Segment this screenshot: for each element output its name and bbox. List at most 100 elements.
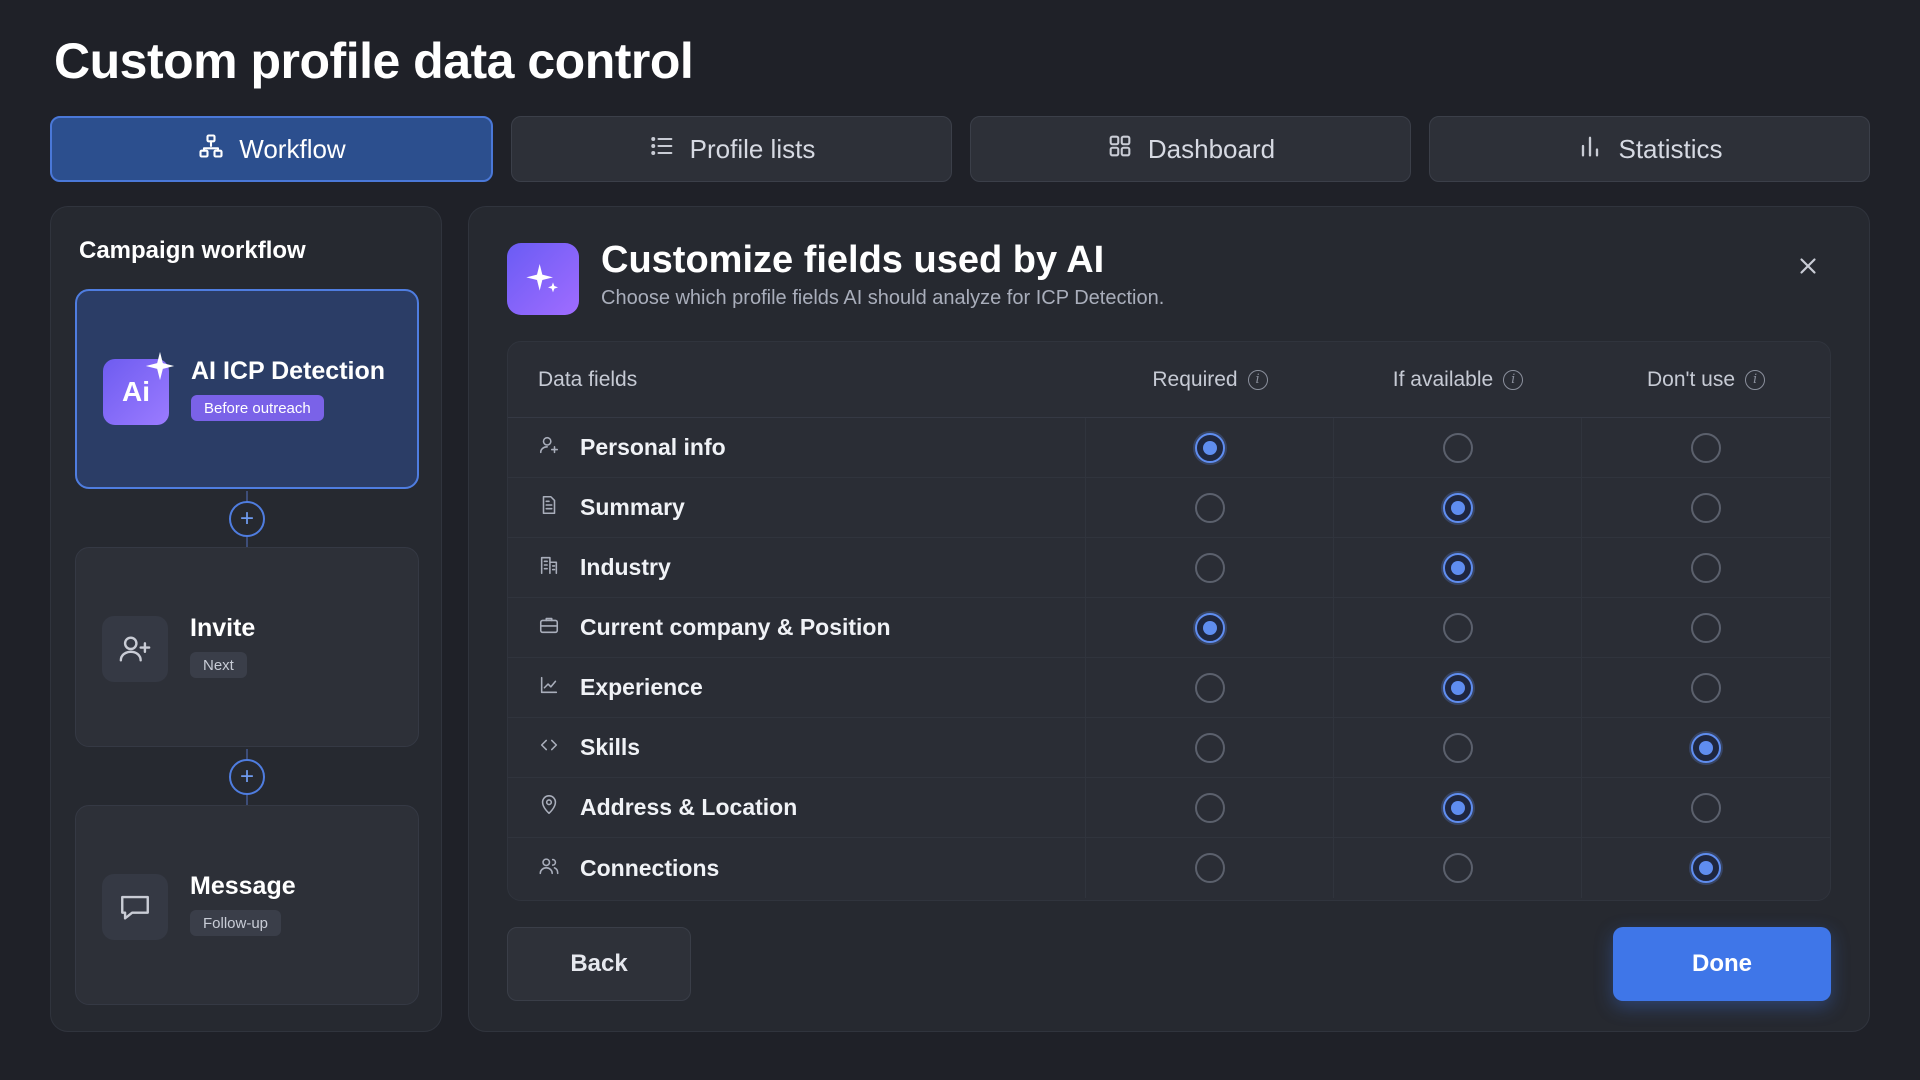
option-cell xyxy=(1334,778,1582,837)
info-icon[interactable]: i xyxy=(1247,369,1268,390)
option-cell xyxy=(1582,838,1830,898)
option-cell xyxy=(1334,718,1582,777)
add-step-button[interactable]: + xyxy=(229,759,265,795)
field-cell: Industry xyxy=(508,538,1086,597)
tab-dashboard[interactable]: Dashboard xyxy=(970,116,1411,182)
sparkles-icon xyxy=(507,243,579,315)
location-pin-icon xyxy=(538,794,560,821)
chat-icon xyxy=(102,874,168,940)
main-tabs: Workflow Profile lists Dashboard Statist… xyxy=(50,116,1870,182)
option-cell xyxy=(1334,598,1582,657)
step-name: Invite xyxy=(190,614,256,642)
field-cell: Personal info xyxy=(508,418,1086,477)
option-cell xyxy=(1582,778,1830,837)
radio-dont-use[interactable] xyxy=(1691,853,1721,883)
building-icon xyxy=(538,554,560,581)
radio-if-available[interactable] xyxy=(1442,612,1473,643)
option-cell xyxy=(1582,718,1830,777)
option-cell xyxy=(1334,538,1582,597)
radio-required[interactable] xyxy=(1194,612,1225,643)
option-cell xyxy=(1086,538,1334,597)
tab-statistics[interactable]: Statistics xyxy=(1429,116,1870,182)
radio-dont-use[interactable] xyxy=(1691,612,1721,643)
workflow-step-invite[interactable]: Invite Next xyxy=(75,547,419,747)
panel-title: Customize fields used by AI xyxy=(601,239,1105,281)
option-cell xyxy=(1582,598,1830,657)
radio-dont-use[interactable] xyxy=(1691,792,1721,823)
radio-if-available[interactable] xyxy=(1442,792,1473,823)
radio-if-available[interactable] xyxy=(1442,672,1473,703)
radio-required[interactable] xyxy=(1194,853,1225,883)
workflow-step-ai-icp-detection[interactable]: Ai AI ICP Detection Before outreach xyxy=(75,289,419,489)
option-cell xyxy=(1334,418,1582,477)
field-cell: Connections xyxy=(508,838,1086,898)
table-row: Experience xyxy=(508,658,1830,718)
info-icon[interactable]: i xyxy=(1503,369,1524,390)
radio-if-available[interactable] xyxy=(1442,552,1473,583)
done-button[interactable]: Done xyxy=(1613,927,1831,1001)
radio-dont-use[interactable] xyxy=(1691,492,1721,523)
option-cell xyxy=(1086,838,1334,898)
radio-required[interactable] xyxy=(1194,732,1225,763)
list-icon xyxy=(648,132,676,167)
table-row: Summary xyxy=(508,478,1830,538)
table-row: Skills xyxy=(508,718,1830,778)
table-row: Industry xyxy=(508,538,1830,598)
step-name: Message xyxy=(190,872,296,900)
radio-if-available[interactable] xyxy=(1442,732,1473,763)
table-row: Address & Location xyxy=(508,778,1830,838)
tab-label: Profile lists xyxy=(689,133,816,164)
briefcase-icon xyxy=(538,614,560,641)
radio-dont-use[interactable] xyxy=(1691,552,1721,583)
radio-dont-use[interactable] xyxy=(1691,672,1721,703)
tab-profile-lists[interactable]: Profile lists xyxy=(511,116,952,182)
field-cell: Summary xyxy=(508,478,1086,537)
close-icon[interactable] xyxy=(1795,253,1821,279)
workflow-step-message[interactable]: Message Follow-up xyxy=(75,805,419,1005)
field-label: Summary xyxy=(580,494,685,520)
field-label: Skills xyxy=(580,734,641,760)
option-cell xyxy=(1582,418,1830,477)
document-icon xyxy=(538,494,560,521)
add-step-button[interactable]: + xyxy=(229,501,265,537)
info-icon[interactable]: i xyxy=(1745,369,1766,390)
radio-dont-use[interactable] xyxy=(1691,432,1721,463)
step-name: AI ICP Detection xyxy=(191,357,386,385)
radio-if-available[interactable] xyxy=(1442,492,1473,523)
radio-required[interactable] xyxy=(1194,552,1225,583)
code-icon xyxy=(538,734,560,761)
radio-required[interactable] xyxy=(1194,432,1225,463)
campaign-workflow-sidebar: Campaign workflow Ai AI ICP Detection Be… xyxy=(50,206,442,1032)
radio-if-available[interactable] xyxy=(1442,432,1473,463)
field-cell: Experience xyxy=(508,658,1086,717)
step-badge: Follow-up xyxy=(190,910,282,936)
user-icon xyxy=(538,434,560,461)
field-label: Industry xyxy=(580,554,671,580)
table-header: Data fields Required i If available i Do… xyxy=(508,342,1830,418)
data-fields-table: Data fields Required i If available i Do… xyxy=(507,341,1831,901)
page-title: Custom profile data control xyxy=(54,33,694,89)
trend-icon xyxy=(538,674,560,701)
field-label: Current company & Position xyxy=(580,614,891,640)
tab-workflow[interactable]: Workflow xyxy=(50,116,493,182)
radio-required[interactable] xyxy=(1194,792,1225,823)
header-data-fields: Data fields xyxy=(538,367,638,391)
back-button[interactable]: Back xyxy=(507,927,691,1001)
users-icon xyxy=(538,855,560,882)
field-label: Connections xyxy=(580,854,720,881)
radio-required[interactable] xyxy=(1194,492,1225,523)
field-cell: Address & Location xyxy=(508,778,1086,837)
radio-if-available[interactable] xyxy=(1442,853,1473,883)
customize-fields-panel: Customize fields used by AI Choose which… xyxy=(468,206,1870,1032)
field-label: Address & Location xyxy=(580,794,798,820)
option-cell xyxy=(1086,598,1334,657)
tab-label: Workflow xyxy=(239,133,346,164)
table-row: Current company & Position xyxy=(508,598,1830,658)
table-row: Personal info xyxy=(508,418,1830,478)
bar-chart-icon xyxy=(1576,132,1604,167)
ai-badge-icon: Ai xyxy=(103,351,175,425)
user-plus-icon xyxy=(102,616,168,682)
radio-dont-use[interactable] xyxy=(1691,732,1721,763)
radio-required[interactable] xyxy=(1194,672,1225,703)
sparkle-icon xyxy=(145,351,175,381)
